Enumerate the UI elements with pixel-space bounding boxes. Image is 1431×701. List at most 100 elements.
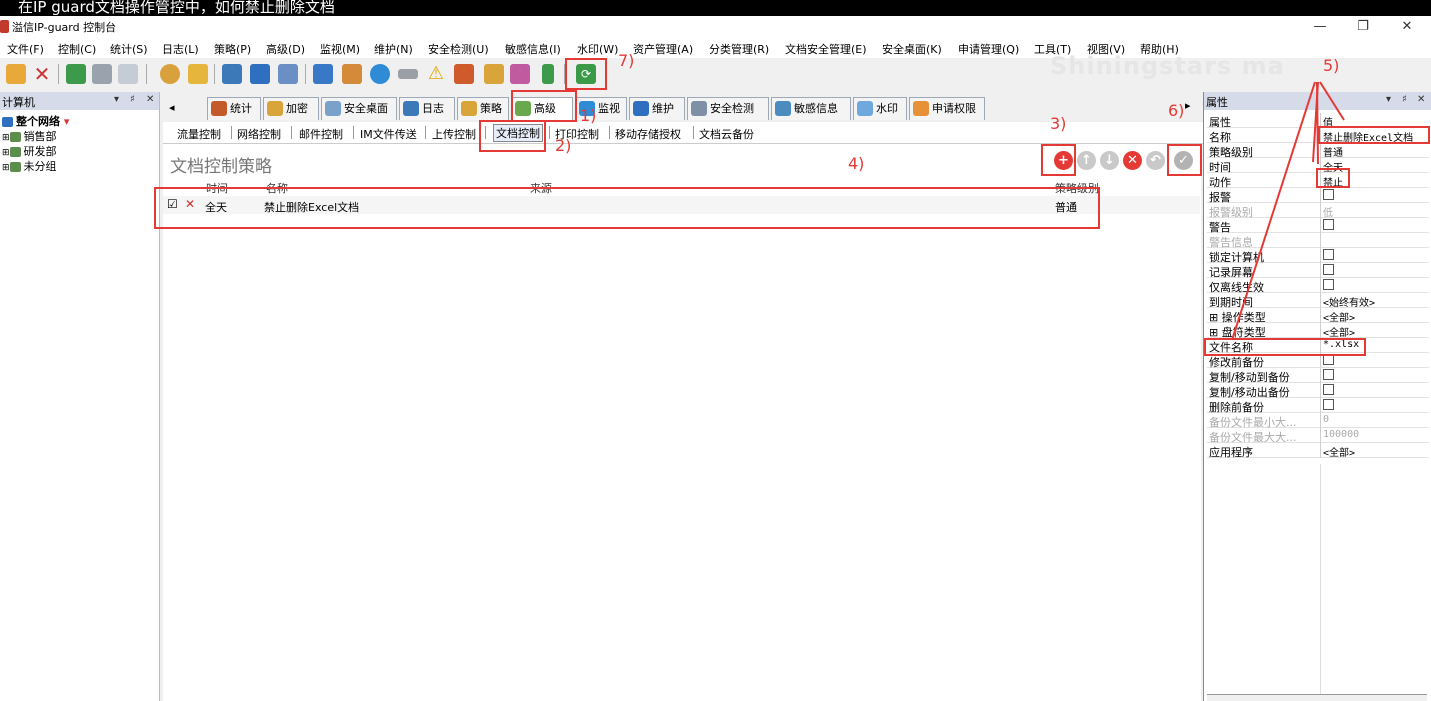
- panel-close-icon[interactable]: ✕: [1417, 94, 1425, 105]
- panel-close-icon[interactable]: ✕: [146, 94, 154, 105]
- tree-item-rnd[interactable]: ⊞ 研发部: [2, 143, 57, 159]
- menu-classification[interactable]: 分类管理(R): [709, 41, 769, 57]
- subtab-mail-control[interactable]: 邮件控制: [299, 126, 343, 142]
- move-down-button[interactable]: ↓: [1100, 151, 1119, 170]
- tab-sensitive-info[interactable]: 敏感信息: [771, 97, 851, 120]
- copy-icon[interactable]: [222, 64, 242, 84]
- tab-advanced[interactable]: 高级: [511, 97, 573, 120]
- maximize-button[interactable]: ❐: [1340, 16, 1386, 38]
- menu-monitor[interactable]: 监视(M): [320, 41, 360, 57]
- edit-icon[interactable]: [510, 64, 530, 84]
- globe-icon[interactable]: [370, 64, 390, 84]
- menu-asset-management[interactable]: 资产管理(A): [633, 41, 693, 57]
- firewall-icon[interactable]: [454, 64, 474, 84]
- undo-button[interactable]: ↶: [1146, 151, 1165, 170]
- tab-scroll-right-icon[interactable]: ▸: [1185, 99, 1191, 112]
- menu-watermark[interactable]: 水印(W): [577, 41, 618, 57]
- annotation-1: 1): [580, 106, 597, 125]
- tab-maintain[interactable]: 维护: [629, 97, 685, 120]
- annotation-arrows: [1231, 81, 1345, 341]
- tree-item-sales[interactable]: ⊞ 销售部: [2, 128, 57, 144]
- menu-control[interactable]: 控制(C): [58, 41, 96, 57]
- tab-policy[interactable]: 策略: [457, 97, 509, 120]
- row-level: 普通: [1055, 201, 1077, 214]
- column-name[interactable]: 名称: [266, 180, 288, 196]
- column-source[interactable]: 来源: [530, 180, 552, 196]
- menu-advanced[interactable]: 高级(D): [266, 41, 305, 57]
- app-logo-icon: [0, 20, 9, 33]
- add-policy-button[interactable]: +: [1054, 151, 1073, 170]
- delete-policy-button[interactable]: ✕: [1123, 151, 1142, 170]
- minimize-button[interactable]: —: [1297, 16, 1343, 38]
- menu-log[interactable]: 日志(L): [162, 41, 199, 57]
- subtab-upload-control[interactable]: 上传控制: [432, 126, 476, 142]
- tree-item-ungrouped[interactable]: ⊞ 未分组: [2, 158, 57, 174]
- tab-secure-desktop[interactable]: 安全桌面: [321, 97, 397, 120]
- subtab-network-control[interactable]: 网络控制: [237, 126, 281, 142]
- delete-icon[interactable]: ✕: [32, 64, 52, 84]
- battery-icon[interactable]: [542, 64, 554, 84]
- tree-item-whole-network[interactable]: 整个网络 ▾: [2, 113, 69, 129]
- column-time[interactable]: 时间: [206, 180, 228, 196]
- monitor-icon[interactable]: [313, 64, 333, 84]
- subtab-im-file-transfer[interactable]: IM文件传送: [360, 126, 417, 142]
- panel-menu-icon[interactable]: ▾: [114, 94, 119, 105]
- row-checkbox[interactable]: ☑: [167, 197, 178, 211]
- menu-application[interactable]: 申请管理(Q): [958, 41, 1019, 57]
- subtab-bar: 流量控制 网络控制 邮件控制 IM文件传送 上传控制 文档控制 打印控制 移动存…: [163, 122, 1203, 144]
- property-row[interactable]: 应用程序 <全部>: [1207, 443, 1429, 459]
- panel-pin-icon[interactable]: ♯: [130, 94, 135, 105]
- clock-icon[interactable]: [160, 64, 180, 84]
- backup-before-delete-checkbox[interactable]: [1323, 399, 1334, 410]
- drive-icon[interactable]: [398, 69, 418, 79]
- tab-encryption[interactable]: 加密: [263, 97, 319, 120]
- lock-icon[interactable]: [484, 64, 504, 84]
- tab-log[interactable]: 日志: [399, 97, 455, 120]
- folder-icon[interactable]: [188, 64, 208, 84]
- column-policy-level[interactable]: 策略级别: [1055, 180, 1099, 196]
- backup-copy-out-checkbox[interactable]: [1323, 384, 1334, 395]
- menu-security-check[interactable]: 安全检测(U): [428, 41, 489, 57]
- panel-menu-icon[interactable]: ▾: [1386, 94, 1391, 105]
- annotation-3: 3): [1050, 114, 1067, 133]
- menu-maintain[interactable]: 维护(N): [374, 41, 413, 57]
- apply-button[interactable]: ✓: [1174, 151, 1193, 170]
- menu-statistics[interactable]: 统计(S): [110, 41, 148, 57]
- new-folder-icon[interactable]: [6, 64, 26, 84]
- subtab-doc-cloud-backup[interactable]: 文档云备份: [699, 126, 754, 142]
- title-bar: 溢信IP-guard 控制台 — ❐ ✕: [0, 16, 1431, 38]
- export-icon[interactable]: [66, 64, 86, 84]
- property-row[interactable]: 复制/移动出备份: [1207, 383, 1429, 399]
- property-row[interactable]: 删除前备份: [1207, 398, 1429, 414]
- tab-security-check[interactable]: 安全检测: [687, 97, 769, 120]
- tab-scroll-left-icon[interactable]: ◂: [169, 101, 175, 114]
- menu-sensitive-info[interactable]: 敏感信息(I): [505, 41, 561, 57]
- subtab-traffic-control[interactable]: 流量控制: [177, 126, 221, 142]
- property-row[interactable]: 复制/移动到备份: [1207, 368, 1429, 384]
- email-icon[interactable]: [342, 64, 362, 84]
- subtab-document-control[interactable]: 文档控制: [493, 124, 543, 142]
- menu-secure-desktop[interactable]: 安全桌面(K): [882, 41, 942, 57]
- screen-icon[interactable]: [278, 64, 298, 84]
- backup-copy-to-checkbox[interactable]: [1323, 369, 1334, 380]
- table-row[interactable]: ☑ ✕ 全天 禁止删除Excel文档 普通: [163, 196, 1200, 214]
- move-up-button[interactable]: ↑: [1077, 151, 1096, 170]
- tab-watermark[interactable]: 水印: [853, 97, 907, 120]
- video-caption: 在IP guard文档操作管控中，如何禁止删除文档: [0, 0, 1431, 16]
- panel-pin-icon[interactable]: ♯: [1402, 94, 1407, 105]
- close-button[interactable]: ✕: [1384, 16, 1430, 38]
- tab-request-permission[interactable]: 申请权限: [909, 97, 985, 120]
- window-title: 溢信IP-guard 控制台: [12, 21, 117, 34]
- window-icon[interactable]: [250, 64, 270, 84]
- menu-policy[interactable]: 策略(P): [214, 41, 251, 57]
- print-icon[interactable]: [92, 64, 112, 84]
- tab-statistics[interactable]: 统计: [207, 97, 261, 120]
- menu-document-security[interactable]: 文档安全管理(E): [785, 41, 867, 57]
- print-preview-icon[interactable]: [118, 64, 138, 84]
- group-icon: [9, 162, 21, 172]
- warning-icon[interactable]: ⚠: [426, 64, 446, 84]
- refresh-icon[interactable]: ⟳: [576, 64, 596, 84]
- subtab-removable-storage[interactable]: 移动存储授权: [615, 126, 681, 142]
- menu-file[interactable]: 文件(F): [7, 41, 44, 57]
- policy-title: 文档控制策略: [170, 157, 272, 177]
